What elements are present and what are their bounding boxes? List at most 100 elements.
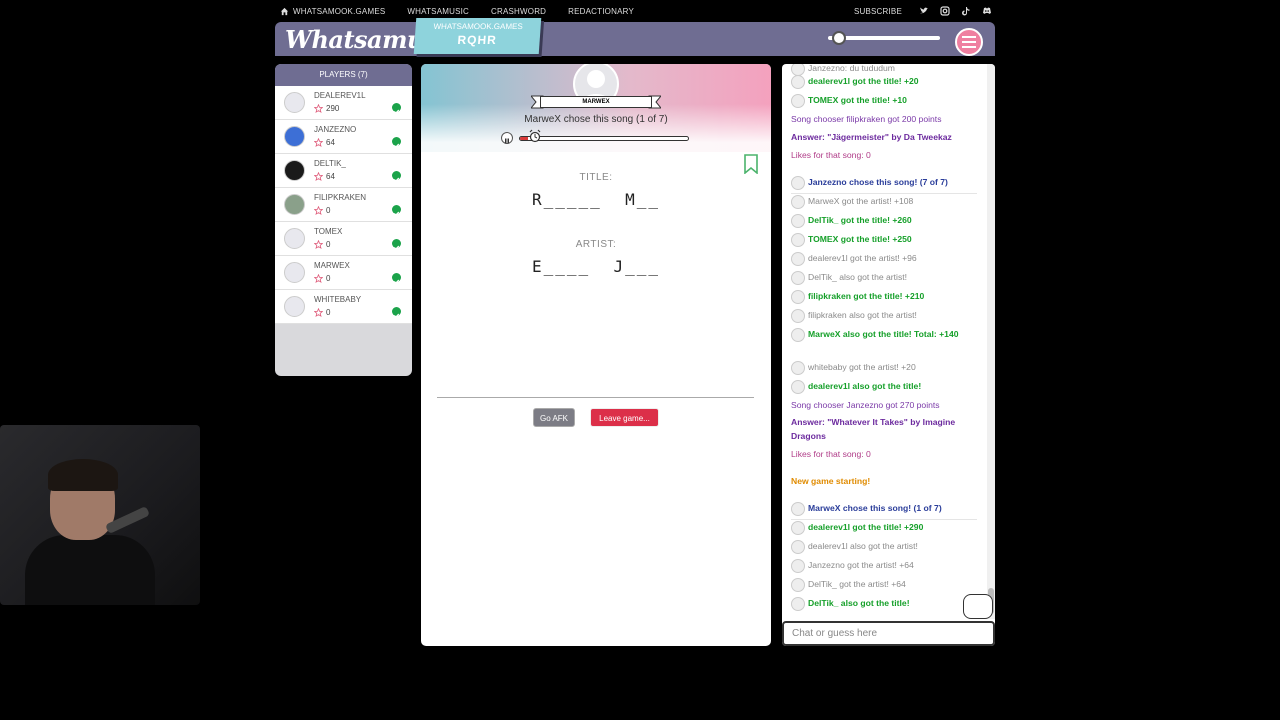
player-row[interactable]: DEALEREV1L 290 — [275, 86, 412, 120]
chat-message-text: Answer: "Whatever It Takes" by Imagine D… — [791, 417, 956, 441]
chat-message: dealerev1l got the title! +290 — [791, 520, 979, 535]
player-name: JANZEZNO — [314, 125, 357, 134]
chat-avatar — [791, 94, 805, 108]
chat-message-text: filipkraken got the title! +210 — [808, 291, 925, 301]
home-icon — [280, 7, 289, 15]
chat-avatar — [791, 233, 805, 247]
player-row[interactable]: FILIPKRAKEN 0 — [275, 188, 412, 222]
nav-link-crashword[interactable]: CRASHWORD — [491, 7, 546, 16]
hamburger-menu-button[interactable] — [955, 28, 983, 56]
ready-check-icon — [392, 103, 401, 114]
menu-line — [962, 46, 976, 48]
leave-game-button[interactable]: Leave game... — [590, 408, 659, 427]
chat-message: DelTik_ got the artist! +64 — [791, 577, 979, 592]
chat-avatar — [791, 521, 805, 535]
player-score-value: 0 — [326, 240, 331, 249]
twitter-icon[interactable] — [919, 6, 929, 16]
chat-message: Song chooser Janzezno got 270 points — [791, 398, 979, 412]
webcam-body — [25, 535, 155, 605]
chat-message-text: New game starting! — [791, 476, 871, 486]
chat-message: DelTik_ also got the title! — [791, 596, 979, 611]
chat-message: Likes for that song: 0 — [791, 148, 979, 162]
player-row[interactable]: JANZEZNO 64 — [275, 120, 412, 154]
band-fade — [421, 104, 771, 152]
room-code-tag[interactable]: WHATSAMOOK.GAMES RQHR — [413, 18, 542, 54]
room-code: RQHR — [457, 33, 498, 47]
menu-line — [962, 41, 976, 43]
chat-message-text: Song chooser filipkraken got 200 points — [791, 114, 942, 124]
players-title: PLAYERS (7) — [275, 64, 412, 86]
chat-message-text: Answer: "Jägermeister" by Da Tweekaz — [791, 132, 952, 142]
chat-message-text: Likes for that song: 0 — [791, 150, 871, 160]
players-panel: PLAYERS (7) DEALEREV1L 290 JANZEZNO 64 DELTI… — [275, 64, 412, 376]
webcam-hair — [48, 459, 118, 491]
pause-icon — [505, 138, 509, 144]
player-name: TOMEX — [314, 227, 343, 236]
chat-message-text: Janzezno chose this song! (7 of 7) — [808, 177, 948, 187]
volume-knob[interactable] — [832, 31, 847, 45]
chat-message-text: filipkraken also got the artist! — [808, 310, 917, 320]
chat-message-text: DelTik_ also got the title! — [808, 598, 910, 608]
chooser-name: MARWEX — [540, 96, 652, 108]
chat-message-text: DelTik_ also got the artist! — [808, 272, 908, 282]
nav-link-whatsamusic[interactable]: WHATSAMUSIC — [407, 7, 469, 16]
player-score-value: 0 — [326, 206, 331, 215]
room-site-label: WHATSAMOOK.GAMES — [433, 22, 524, 31]
chat-message: MarweX chose this song! (1 of 7) — [791, 501, 979, 520]
player-name: DELTIK_ — [314, 159, 346, 168]
chat-message-text: dealerev1l got the artist! +96 — [808, 253, 917, 263]
chat-avatar — [791, 559, 805, 573]
emoji-button[interactable] — [963, 594, 993, 619]
chat-message-text: dealerev1l also got the artist! — [808, 541, 918, 551]
chat-panel: Janzezno: du tududum dealerev1l got the t… — [782, 64, 995, 646]
chat-input[interactable]: Chat or guess here — [782, 621, 995, 646]
chat-message: MarweX also got the title! Total: +140 — [791, 327, 979, 342]
progress-fill — [520, 137, 529, 140]
instagram-icon[interactable] — [940, 6, 950, 16]
chat-scrollbar[interactable] — [987, 64, 995, 619]
chat-message: Janzezno got the artist! +64 — [791, 558, 979, 573]
player-score: 290 — [314, 104, 339, 113]
chat-message: dealerev1l also got the artist! — [791, 539, 979, 554]
pause-button[interactable] — [501, 132, 513, 144]
player-score: 64 — [314, 172, 335, 181]
subscribe-link[interactable]: SUBSCRIBE — [854, 7, 902, 16]
chat-message: Answer: "Jägermeister" by Da Tweekaz — [791, 130, 979, 144]
tiktok-icon[interactable] — [961, 6, 971, 16]
chat-message-text: Song chooser Janzezno got 270 points — [791, 400, 940, 410]
player-row[interactable]: WHITEBABY 0 — [275, 290, 412, 324]
player-score: 0 — [314, 274, 330, 283]
bookmark-icon[interactable] — [743, 154, 759, 174]
chat-message-text: dealerev1l got the title! +20 — [808, 76, 919, 86]
nav-home-link[interactable]: WHATSAMOOK.GAMES — [280, 7, 385, 16]
chose-song-text: MarweX chose this song (1 of 7) — [524, 114, 668, 125]
nav-link-redactionary[interactable]: REDACTIONARY — [568, 7, 634, 16]
player-row[interactable]: DELTIK_ 64 — [275, 154, 412, 188]
ready-check-icon — [392, 171, 401, 182]
game-header: Whatsamusic WHATSAMOOK.GAMES RQHR — [275, 18, 995, 56]
volume-slider[interactable] — [828, 31, 940, 45]
ready-check-icon — [392, 205, 401, 216]
player-score-value: 64 — [326, 172, 335, 181]
chat-message-text: MarweX chose this song! (1 of 7) — [808, 503, 942, 513]
song-progress — [501, 129, 691, 144]
player-avatar — [284, 126, 305, 147]
player-name: MARWEX — [314, 261, 350, 270]
player-avatar — [284, 262, 305, 283]
chat-message: New game starting! — [791, 474, 979, 488]
chat-avatar — [791, 328, 805, 342]
player-score-value: 64 — [326, 138, 335, 147]
chat-avatar — [791, 597, 805, 611]
player-row[interactable]: MARWEX 0 — [275, 256, 412, 290]
player-row[interactable]: TOMEX 0 — [275, 222, 412, 256]
nav-home-label: WHATSAMOOK.GAMES — [293, 6, 386, 16]
player-avatar — [284, 228, 305, 249]
ready-check-icon — [392, 137, 401, 148]
chat-message: whitebaby got the artist! +20 — [791, 360, 979, 375]
chat-message-text: Janzezno got the artist! +64 — [808, 560, 914, 570]
player-name: DEALEREV1L — [314, 91, 366, 100]
chat-message: Answer: "Whatever It Takes" by Imagine D… — [791, 415, 979, 443]
chat-avatar — [791, 195, 805, 209]
go-afk-button[interactable]: Go AFK — [533, 408, 575, 427]
discord-icon[interactable] — [982, 6, 992, 16]
